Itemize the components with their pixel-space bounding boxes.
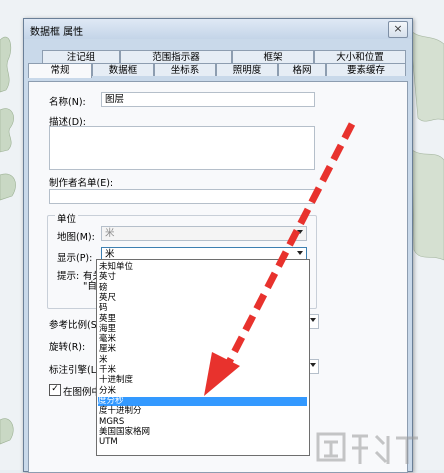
dropdown-option[interactable]: 十进制度 — [99, 376, 133, 385]
download-site-watermark — [316, 432, 418, 464]
description-textarea[interactable] — [49, 126, 315, 170]
tab-illumination[interactable]: 照明度 — [216, 63, 278, 76]
tab-frame[interactable]: 框架 — [232, 50, 314, 63]
units-group-title: 单位 — [55, 211, 79, 225]
dropdown-option[interactable]: 厘米 — [99, 345, 116, 354]
name-input[interactable]: 图层 — [101, 92, 315, 107]
tab-size-position[interactable]: 大小和位置 — [314, 50, 406, 63]
tab-coordinate-system[interactable]: 坐标系 — [154, 63, 216, 76]
chevron-down-icon — [297, 230, 303, 234]
legend-checkbox[interactable]: ✓ — [49, 384, 61, 396]
dropdown-option[interactable]: 千米 — [99, 366, 116, 375]
tab-row-2: 常规 数据框 坐标系 照明度 格网 要素缓存 — [28, 63, 406, 78]
dropdown-option[interactable]: 未知单位 — [99, 263, 133, 272]
chevron-down-icon[interactable] — [310, 363, 316, 367]
chevron-down-icon[interactable] — [297, 251, 303, 255]
author-input[interactable] — [49, 189, 315, 204]
dropdown-option[interactable]: 海里 — [99, 324, 116, 334]
display-units-label: 显示(P): — [57, 253, 93, 264]
tab-feature-cache[interactable]: 要素缓存 — [326, 63, 406, 76]
map-units-label: 地图(M): — [57, 232, 95, 243]
dropdown-option[interactable]: 英尺 — [99, 293, 116, 303]
label-engine-label: 标注引擎(L): — [49, 365, 103, 376]
close-icon[interactable]: × — [388, 21, 408, 38]
dropdown-option[interactable]: 美国国家格网 — [99, 427, 150, 437]
tab-row-1: 注记组 范围指示器 框架 大小和位置 — [28, 50, 406, 63]
rotation-label: 旋转(R): — [49, 342, 86, 353]
hint-label: 提示: — [57, 271, 80, 282]
dropdown-option[interactable]: 度十进制分 — [99, 407, 142, 416]
dropdown-option[interactable]: 磅 — [99, 283, 108, 293]
dropdown-option[interactable]: 米 — [99, 355, 108, 365]
map-units-select: 米 — [101, 226, 307, 241]
tab-extent-indicators[interactable]: 范围指示器 — [120, 50, 232, 63]
reference-scale-label: 参考比例(S) — [49, 320, 101, 331]
name-label: 名称(N): — [49, 97, 86, 108]
dropdown-option[interactable]: MGRS — [99, 417, 124, 427]
dialog-title: 数据框 属性 — [30, 27, 84, 38]
dropdown-option[interactable]: 毫米 — [99, 335, 116, 344]
tab-data-frame[interactable]: 数据框 — [92, 63, 154, 76]
dropdown-option[interactable]: UTM — [99, 438, 118, 447]
display-units-dropdown-list[interactable]: 未知单位 英寸磅英尺码英里 海里 毫米 厘米米千米 十进制度 分米 度分秒 度十进制分 MGRS 美… — [96, 259, 310, 456]
tab-grids[interactable]: 格网 — [278, 63, 326, 76]
tab-annotation-groups[interactable]: 注记组 — [42, 50, 120, 63]
dropdown-option[interactable]: 英寸 — [99, 273, 116, 282]
map-units-value: 米 — [105, 228, 115, 239]
chevron-down-icon[interactable] — [310, 318, 316, 322]
tab-general[interactable]: 常规 — [28, 63, 92, 78]
dialog-titlebar[interactable]: 数据框 属性 × — [24, 19, 412, 39]
author-label: 制作者名单(E): — [49, 178, 114, 189]
dropdown-option[interactable]: 英里 — [99, 314, 116, 324]
dropdown-option[interactable]: 分米 — [99, 386, 116, 396]
dropdown-option[interactable]: 码 — [99, 304, 108, 313]
dropdown-option[interactable]: 度分秒 — [98, 396, 307, 406]
